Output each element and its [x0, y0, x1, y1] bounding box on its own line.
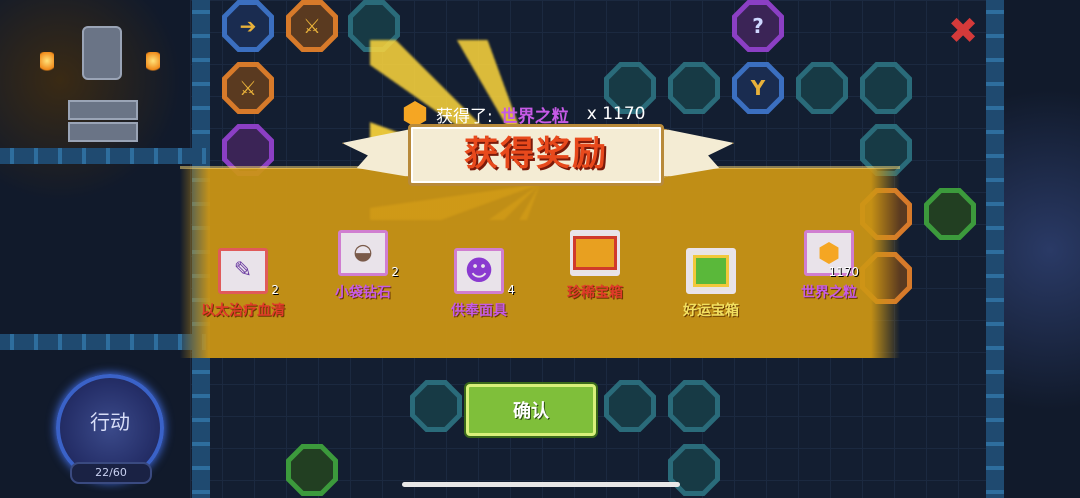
action-points: 22/60	[70, 462, 152, 484]
reward-item[interactable]: ◒ 2 小袋钻石	[318, 230, 408, 302]
purple-mask-icon: ☻	[464, 254, 494, 287]
reward-tile	[570, 230, 620, 276]
reward-qty: 2	[391, 265, 399, 279]
portal-stone-icon	[82, 26, 122, 80]
reward-qty: 1170	[828, 265, 859, 279]
reward-tile: ✎ 2	[218, 248, 279, 297]
reward-name: 世界之粒	[801, 285, 857, 301]
reward-name: 供奉面具	[451, 303, 507, 319]
reward-name: 小袋钻石	[335, 285, 391, 301]
reward-name: 珍稀宝箱	[567, 285, 623, 301]
stone-step-icon	[68, 100, 138, 120]
map-wall-top-left	[0, 148, 210, 164]
close-icon[interactable]: ✖	[948, 14, 978, 50]
torch-icon	[146, 52, 160, 74]
reward-item[interactable]: ☻ 4 供奉面具	[434, 248, 524, 320]
reward-item[interactable]: 1170 世界之粒	[784, 230, 874, 302]
reward-item[interactable]: 珍稀宝箱	[550, 230, 640, 302]
rare-chest-icon	[573, 236, 617, 270]
reward-item[interactable]: 好运宝箱	[666, 248, 756, 320]
map-wall-mid-left	[0, 334, 210, 350]
reward-tile: 1170	[804, 230, 859, 279]
torch-icon	[40, 52, 54, 74]
confirm-button[interactable]: 确认	[466, 384, 596, 436]
stone-step-icon	[68, 122, 138, 142]
lucky-chest-icon	[693, 255, 729, 287]
reward-name: 以太治疗血清	[201, 303, 285, 319]
reward-name: 好运宝箱	[683, 303, 739, 319]
reward-qty: 4	[507, 283, 515, 297]
reward-title: 获得奖励	[464, 134, 608, 174]
obtained-label: 获得了:	[436, 106, 493, 127]
world-grain-cube-icon	[819, 242, 839, 264]
reward-qty: 2	[271, 283, 279, 297]
map-wall-right	[986, 0, 1004, 498]
obtained-item-name: 世界之粒	[500, 106, 569, 127]
reward-item[interactable]: ✎ 2 以太治疗血清	[198, 248, 288, 320]
reward-tile	[686, 248, 736, 294]
reward-tile: ☻ 4	[454, 248, 515, 297]
reward-tile: ◒ 2	[338, 230, 399, 279]
diamond-pouch-icon: ◒	[353, 240, 373, 265]
serum-syringe-icon: ✎	[233, 258, 253, 283]
home-indicator[interactable]	[402, 482, 680, 487]
obtained-quantity: x 1170	[586, 104, 646, 124]
action-label: 行动	[90, 410, 130, 434]
